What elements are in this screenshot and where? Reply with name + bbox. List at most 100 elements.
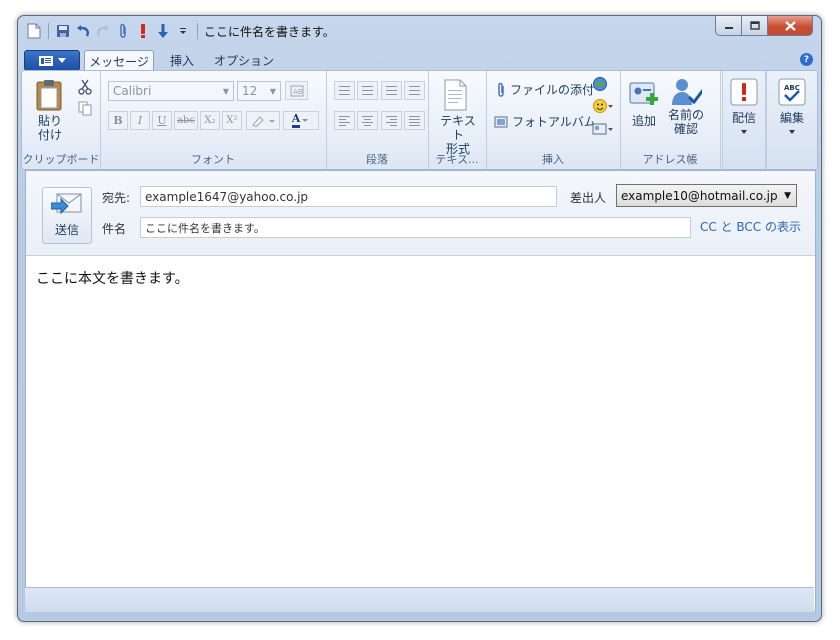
toolbar-separator	[48, 23, 49, 39]
deliver-button[interactable]: 配信	[729, 77, 759, 135]
chevron-down-icon	[741, 130, 747, 134]
ribbon: 貼り 付け クリップボード Calibri ▼ 12 ▼ AB B I U ab…	[21, 70, 818, 170]
toolbar-separator	[197, 23, 198, 39]
group-address-book: 追加 名前の 確認 アドレス帳	[620, 71, 721, 169]
photo-album-button[interactable]: フォトアルバム	[494, 113, 596, 130]
group-edit: ABC 編集	[766, 71, 817, 169]
group-font: Calibri ▼ 12 ▼ AB B I U abc X₂ X² A フォント	[100, 71, 327, 169]
font-size-combo[interactable]: 12 ▼	[237, 81, 281, 101]
deliver-label: 配信	[731, 111, 756, 125]
application-menu-button[interactable]	[24, 50, 80, 71]
decrease-indent-button[interactable]	[381, 81, 402, 100]
maximize-icon	[749, 21, 760, 30]
increase-indent-button[interactable]	[404, 81, 425, 100]
bullet-list-button[interactable]	[357, 81, 378, 100]
italic-button[interactable]: I	[130, 111, 150, 130]
close-button[interactable]	[768, 16, 813, 36]
check-names-label-1: 名前の	[668, 108, 705, 122]
group-text-format: テキスト 形式 テキス...	[428, 71, 487, 169]
chevron-down-icon: ▼	[269, 87, 276, 96]
grow-font-icon: AB	[290, 85, 303, 96]
subscript-button[interactable]: X₂	[200, 111, 220, 130]
check-names-icon	[672, 79, 702, 105]
font-color-letter: A	[291, 113, 301, 128]
font-size-value: 12	[242, 84, 258, 98]
tab-options[interactable]: オプション	[214, 50, 274, 71]
quick-access-toolbar: ここに件名を書きます。	[24, 21, 335, 41]
attach-file-label: ファイルの添付	[510, 83, 595, 97]
high-priority-icon[interactable]	[133, 21, 153, 41]
paste-button[interactable]: 貼り 付け	[34, 79, 66, 142]
group-clipboard: 貼り 付け クリップボード	[22, 71, 101, 169]
add-contact-button[interactable]: 追加	[628, 79, 660, 128]
insert-online-button[interactable]	[592, 76, 608, 92]
paste-clipboard-icon	[36, 80, 62, 111]
send-button[interactable]: 送信	[42, 187, 92, 244]
window-title: ここに件名を書きます。	[204, 24, 335, 39]
align-left-button[interactable]	[334, 111, 355, 130]
strikethrough-button[interactable]: abc	[174, 111, 198, 130]
attach-file-button[interactable]: ファイルの添付	[496, 81, 594, 98]
chevron-down-icon	[789, 130, 795, 134]
font-color-button[interactable]: A	[283, 111, 319, 130]
edit-button[interactable]: ABC 編集	[777, 77, 807, 135]
align-center-button[interactable]	[357, 111, 378, 130]
emoticon-button[interactable]	[592, 98, 614, 114]
copy-button[interactable]	[78, 101, 92, 116]
align-right-button[interactable]	[381, 111, 402, 130]
grow-font-button[interactable]: AB	[285, 81, 308, 100]
check-names-button[interactable]: 名前の 確認	[668, 75, 704, 136]
justify-button[interactable]	[404, 111, 425, 130]
spelling-check-icon: ABC	[778, 78, 806, 106]
plain-text-document-icon	[444, 79, 467, 111]
chevron-down-icon	[57, 58, 66, 63]
app-menu-icon	[38, 55, 53, 66]
chevron-down-icon: ▼	[784, 191, 791, 201]
check-names-label-2: 確認	[674, 122, 699, 136]
bold-button[interactable]: B	[108, 111, 128, 130]
customize-toolbar-chevron-icon[interactable]	[173, 21, 193, 41]
help-icon[interactable]: ?	[800, 53, 813, 66]
low-priority-icon[interactable]	[153, 21, 173, 41]
title-bar: ここに件名を書きます。	[18, 16, 821, 46]
status-bar	[25, 587, 814, 612]
to-label: 宛先:	[102, 191, 131, 205]
redo-icon[interactable]	[93, 21, 113, 41]
paste-label-2: 付け	[37, 128, 62, 142]
edit-label: 編集	[779, 111, 804, 125]
message-body[interactable]: ここに本文を書きます。	[36, 268, 189, 288]
tab-insert[interactable]: 挿入	[162, 50, 202, 71]
undo-icon[interactable]	[73, 21, 93, 41]
globe-icon	[593, 77, 607, 91]
cut-button[interactable]	[78, 79, 92, 95]
deliver-priority-icon	[730, 78, 758, 106]
close-icon	[784, 20, 796, 31]
add-contact-icon	[629, 82, 658, 105]
group-insert: ファイルの添付 フォトアルバム 挿入	[486, 71, 621, 169]
subject-field[interactable]: ここに件名を書きます。	[140, 217, 691, 238]
highlight-button[interactable]	[246, 111, 280, 130]
new-document-icon[interactable]	[24, 21, 44, 41]
save-icon[interactable]	[53, 21, 73, 41]
show-cc-bcc-link[interactable]: CC と BCC の表示	[700, 218, 801, 235]
underline-button[interactable]: U	[152, 111, 172, 130]
send-label: 送信	[54, 223, 79, 237]
minimize-button[interactable]	[715, 16, 742, 36]
font-name-combo[interactable]: Calibri ▼	[108, 81, 234, 101]
from-account-select[interactable]: example10@hotmail.co.jp ▼	[616, 184, 797, 207]
superscript-button[interactable]: X²	[222, 111, 242, 130]
group-label-address-book: アドレス帳	[642, 153, 698, 166]
text-format-button[interactable]: テキスト 形式	[437, 79, 479, 156]
group-label-insert: 挿入	[542, 153, 564, 166]
maximize-button[interactable]	[742, 16, 768, 36]
business-card-button[interactable]	[592, 121, 614, 137]
numbered-list-button[interactable]	[334, 81, 355, 100]
send-mail-icon	[51, 193, 82, 215]
group-label-text-format: テキス...	[435, 153, 479, 166]
to-field[interactable]: example1647@yahoo.co.jp	[140, 186, 557, 207]
business-card-icon	[592, 123, 613, 135]
tab-message[interactable]: メッセージ	[84, 50, 154, 72]
photo-album-label: フォトアルバム	[512, 115, 596, 129]
attach-icon[interactable]	[113, 21, 133, 41]
group-paragraph: 段落	[326, 71, 429, 169]
